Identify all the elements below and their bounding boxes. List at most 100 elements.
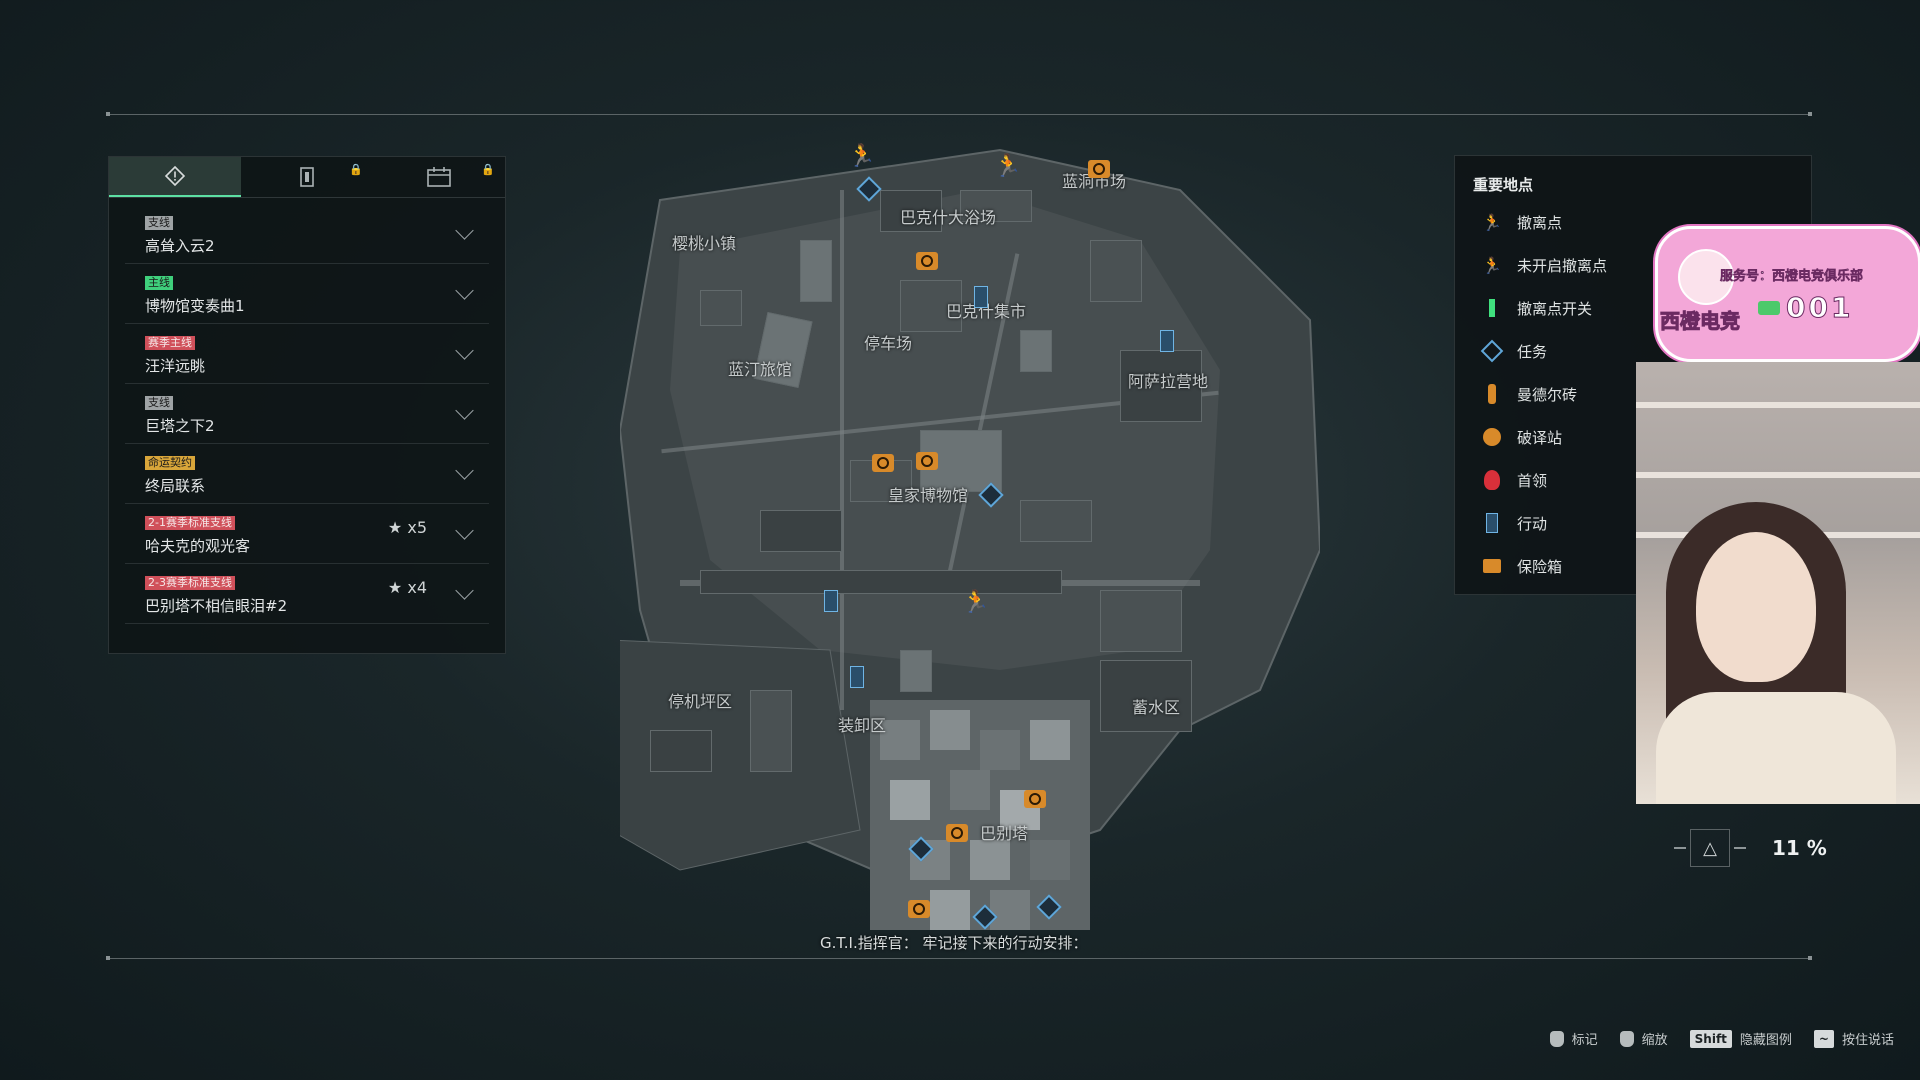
extraction-marker[interactable]: 🏃	[962, 588, 990, 616]
mouse-scroll-icon	[1619, 1030, 1634, 1047]
legend-label: 破译站	[1517, 428, 1563, 447]
legend-item[interactable]: 行动	[1481, 508, 1547, 538]
map-label-hotel: 蓝汀旅馆	[728, 360, 793, 379]
quest-diamond-icon	[164, 165, 186, 187]
quest-item[interactable]: 主线 博物馆变奏曲1	[125, 264, 489, 324]
legend-item[interactable]: 首领	[1481, 465, 1547, 495]
quest-panel: 🔒 🔒 支线 高耸入云2 主线 博物馆变奏曲1 赛季主线 汪洋远眺 支线 巨塔之…	[108, 156, 506, 654]
cam-person-face	[1696, 532, 1816, 682]
quest-tag: 支线	[145, 396, 173, 410]
streamer-badge: 服务号：西橙电竞俱乐部 西橙电竞 001	[1655, 226, 1920, 362]
star-reward: ★ x4	[387, 578, 427, 597]
quest-item[interactable]: 2-1赛季标准支线 哈夫克的观光客 ★ x5	[125, 504, 489, 564]
map-building	[1020, 330, 1052, 372]
action-marker[interactable]	[1160, 330, 1174, 352]
legend-label: 曼德尔砖	[1517, 385, 1578, 404]
safe-marker[interactable]	[872, 454, 894, 472]
map-label-camp: 阿萨拉营地	[1128, 372, 1209, 391]
hint-zoom: 缩放	[1619, 1029, 1668, 1048]
talk-key: ~	[1813, 1029, 1834, 1048]
decoder-icon	[1481, 426, 1503, 448]
legend-item[interactable]: 任务	[1480, 336, 1548, 366]
action-marker[interactable]	[974, 286, 988, 308]
hint-mark: 标记	[1549, 1029, 1598, 1048]
compass-icon[interactable]: △	[1690, 829, 1730, 867]
webcam-feed	[1636, 362, 1920, 804]
safe-marker[interactable]	[1024, 790, 1046, 808]
legend-label: 首领	[1517, 471, 1548, 490]
extraction-icon: 🏃	[1482, 212, 1502, 232]
safe-marker[interactable]	[916, 452, 938, 470]
map-label-heliport: 停机坪区	[668, 692, 733, 711]
quest-item[interactable]: 命运契约 终局联系	[125, 444, 489, 504]
map-label-bath: 巴克什大浴场	[900, 208, 997, 227]
extraction-marker[interactable]: 🏃	[848, 142, 876, 170]
tactical-map[interactable]: 樱桃小镇 巴克什大浴场 蓝洞市场 巴克什集市 停车场 蓝汀旅馆 阿萨拉营地 皇家…	[620, 130, 1320, 950]
quest-name: 哈夫克的观光客	[145, 537, 251, 555]
tab-calendar[interactable]: 🔒	[373, 157, 505, 197]
chevron-down-icon[interactable]	[455, 461, 474, 480]
quest-tag: 2-3赛季标准支线	[145, 576, 235, 590]
quest-name: 巴别塔不相信眼泪#2	[145, 597, 288, 615]
zoom-value: 11 %	[1772, 836, 1827, 860]
safe-marker[interactable]	[946, 824, 968, 842]
legend-item[interactable]: 撤离点开关	[1481, 293, 1592, 323]
safe-marker[interactable]	[908, 900, 930, 918]
safe-icon	[1481, 555, 1503, 577]
safe-marker[interactable]	[916, 252, 938, 270]
star-reward: ★ x5	[387, 518, 427, 537]
action-marker[interactable]	[824, 590, 838, 612]
action-marker[interactable]	[850, 666, 864, 688]
chevron-down-icon[interactable]	[455, 521, 474, 540]
chevron-down-icon[interactable]	[455, 401, 474, 420]
legend-item[interactable]: 曼德尔砖	[1481, 379, 1577, 409]
zoom-dash	[1674, 847, 1686, 849]
quest-name: 高耸入云2	[145, 237, 215, 255]
hint-label: 缩放	[1641, 1033, 1668, 1048]
chevron-down-icon[interactable]	[455, 581, 474, 600]
legend-label: 撤离点开关	[1517, 299, 1593, 318]
quest-item[interactable]: 2-3赛季标准支线 巴别塔不相信眼泪#2 ★ x4	[125, 564, 489, 624]
hint-label: 按住说话	[1841, 1033, 1894, 1048]
zoom-indicator: △ 11 %	[1670, 829, 1827, 867]
legend-item[interactable]: 保险箱	[1481, 551, 1562, 581]
map-building	[700, 290, 742, 326]
map-label-tower: 巴别塔	[980, 824, 1029, 843]
chevron-down-icon[interactable]	[455, 221, 474, 240]
hint-talk[interactable]: ~ 按住说话	[1813, 1029, 1894, 1048]
quest-item[interactable]: 赛季主线 汪洋远眺	[125, 324, 489, 384]
quest-item[interactable]: 支线 高耸入云2	[125, 204, 489, 264]
legend-title: 重要地点	[1473, 176, 1534, 194]
map-label-museum: 皇家博物馆	[888, 486, 969, 505]
map-building	[1020, 500, 1092, 542]
legend-label: 任务	[1517, 342, 1548, 361]
legend-item[interactable]: 🏃 撤离点	[1481, 207, 1562, 237]
legend-item[interactable]: 🏃 未开启撤离点	[1481, 250, 1607, 280]
map-building	[760, 510, 842, 552]
lock-icon: 🔒	[481, 163, 495, 176]
mandel-brick-icon	[1481, 383, 1503, 405]
cam-shelf	[1636, 402, 1920, 408]
cam-shelf	[1636, 472, 1920, 478]
map-building	[700, 570, 1062, 594]
chevron-down-icon[interactable]	[455, 281, 474, 300]
extraction-marker[interactable]: 🏃	[994, 152, 1022, 180]
frame-corner	[1808, 956, 1812, 960]
safe-marker[interactable]	[1088, 160, 1110, 178]
map-building	[650, 730, 712, 772]
map-building	[900, 650, 932, 692]
legend-item[interactable]: 破译站	[1481, 422, 1562, 452]
quest-name: 汪洋远眺	[145, 357, 206, 375]
quest-list: 支线 高耸入云2 主线 博物馆变奏曲1 赛季主线 汪洋远眺 支线 巨塔之下2 命…	[109, 198, 505, 624]
streamer-number: 001	[1785, 291, 1854, 325]
hint-hide-legend[interactable]: Shift 隐藏图例	[1689, 1029, 1792, 1048]
zoom-dash	[1734, 847, 1746, 849]
lock-icon: 🔒	[349, 163, 363, 176]
chevron-down-icon[interactable]	[455, 341, 474, 360]
tab-quests[interactable]	[109, 157, 241, 197]
tv-icon	[1758, 301, 1780, 315]
tab-actions[interactable]: 🔒	[241, 157, 373, 197]
quest-item[interactable]: 支线 巨塔之下2	[125, 384, 489, 444]
map-label-parking: 停车场	[864, 334, 913, 353]
frame-corner	[106, 956, 110, 960]
